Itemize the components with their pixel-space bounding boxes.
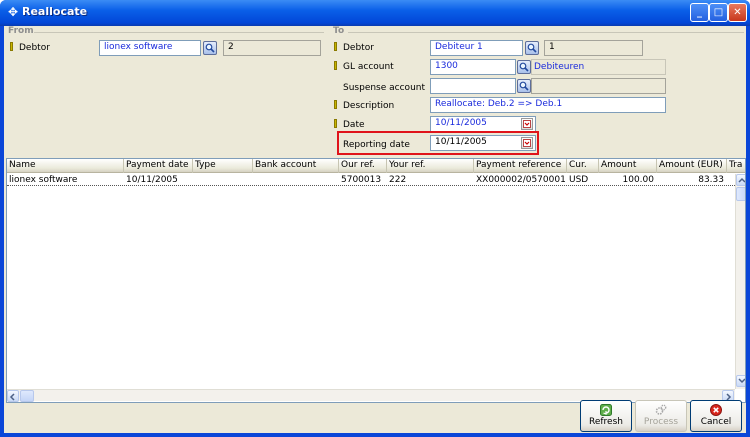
column-header-bank-account[interactable]: Bank account	[253, 159, 339, 173]
gl-description-frame	[531, 59, 666, 75]
cancel-label: Cancel	[700, 417, 732, 427]
date-label: Date	[334, 119, 365, 130]
refresh-label: Refresh	[589, 417, 623, 427]
scroll-up-icon[interactable]	[736, 174, 745, 186]
horizontal-scroll-thumb[interactable]	[20, 390, 34, 402]
required-marker	[334, 42, 337, 51]
app-icon: ✥	[7, 5, 19, 19]
gl-account-field[interactable]: 1300	[430, 59, 516, 75]
column-header-tra[interactable]: Tra	[727, 159, 745, 173]
from-divider	[34, 32, 324, 33]
required-marker	[334, 61, 337, 70]
cell-amount-eur: 83.33	[698, 175, 724, 185]
to-debtor-lookup-icon[interactable]	[525, 41, 539, 55]
column-header-payment-date[interactable]: Payment date	[124, 159, 193, 173]
grid-header: Name Payment date Type Bank account Our …	[7, 159, 745, 173]
cell-type	[193, 174, 253, 186]
reporting-date-dropdown-icon[interactable]	[521, 137, 533, 149]
column-header-currency[interactable]: Cur.	[567, 159, 599, 173]
cell-bank-account	[253, 174, 339, 186]
suspense-account-lookup-icon[interactable]	[517, 79, 531, 93]
process-button[interactable]: Process	[635, 400, 687, 432]
gl-account-label: GL account	[334, 61, 394, 72]
scroll-down-icon[interactable]	[736, 375, 745, 387]
cell-our-ref: 5700013	[341, 175, 382, 185]
close-button[interactable]: ✕	[728, 3, 747, 22]
cancel-icon	[710, 404, 722, 416]
to-debtor-number: 1	[544, 40, 643, 56]
minimize-button[interactable]: _	[690, 3, 709, 22]
to-debtor-label: Debtor	[334, 42, 374, 53]
reallocate-window: ✥ Reallocate _ □ ✕ From Debtor lionex so…	[0, 0, 750, 437]
column-header-amount-eur[interactable]: Amount (EUR)	[657, 159, 727, 173]
required-marker	[10, 42, 13, 51]
description-field[interactable]: Reallocate: Deb.2 => Deb.1	[430, 97, 666, 113]
from-debtor-label: Debtor	[10, 42, 50, 53]
column-header-type[interactable]: Type	[193, 159, 253, 173]
column-header-payment-reference[interactable]: Payment reference	[474, 159, 567, 173]
dialog-body: From Debtor lionex software 2 To Debtor …	[4, 26, 746, 433]
column-header-your-ref[interactable]: Your ref.	[387, 159, 474, 173]
column-header-name[interactable]: Name	[7, 159, 124, 173]
table-row[interactable]: lionex software 10/11/2005 5700013 222 X…	[7, 174, 735, 186]
process-label: Process	[643, 417, 679, 427]
cell-your-ref: 222	[389, 175, 407, 185]
cancel-button[interactable]: Cancel	[690, 400, 742, 432]
from-group-label: From	[8, 26, 34, 36]
column-header-amount[interactable]: Amount	[599, 159, 657, 173]
required-marker	[334, 119, 337, 128]
suspense-account-label: Suspense account	[343, 83, 426, 93]
payments-grid[interactable]: Name Payment date Type Bank account Our …	[6, 158, 746, 403]
gears-icon	[655, 404, 667, 415]
suspense-description	[531, 78, 666, 94]
column-header-our-ref[interactable]: Our ref.	[339, 159, 387, 173]
description-label: Description	[334, 100, 394, 111]
vertical-scrollbar[interactable]	[735, 174, 745, 389]
required-marker	[334, 100, 337, 109]
cell-currency: USD	[569, 175, 589, 185]
cell-amount: 100.00	[622, 175, 655, 185]
to-divider	[348, 32, 744, 33]
title-bar[interactable]: ✥ Reallocate _ □ ✕	[0, 0, 750, 26]
gl-account-lookup-icon[interactable]	[517, 60, 531, 74]
window-title: Reallocate	[22, 5, 88, 18]
reporting-date-label: Reporting date	[343, 140, 410, 150]
vertical-scroll-thumb[interactable]	[736, 187, 745, 201]
refresh-icon	[600, 404, 612, 416]
date-dropdown-icon[interactable]	[521, 118, 533, 130]
cell-name: lionex software	[9, 175, 78, 185]
from-debtor-field[interactable]: lionex software	[99, 40, 201, 56]
scroll-left-icon[interactable]	[7, 390, 19, 402]
to-debtor-field[interactable]: Debiteur 1	[430, 40, 523, 56]
suspense-account-field[interactable]	[430, 78, 516, 94]
from-debtor-lookup-icon[interactable]	[203, 41, 217, 55]
from-debtor-number: 2	[223, 40, 321, 56]
cell-payment-reference: XX000002/0570001	[476, 175, 566, 185]
to-group-label: To	[333, 26, 345, 36]
cell-payment-date: 10/11/2005	[126, 175, 178, 185]
maximize-button[interactable]: □	[709, 3, 728, 22]
refresh-button[interactable]: Refresh	[580, 400, 632, 432]
